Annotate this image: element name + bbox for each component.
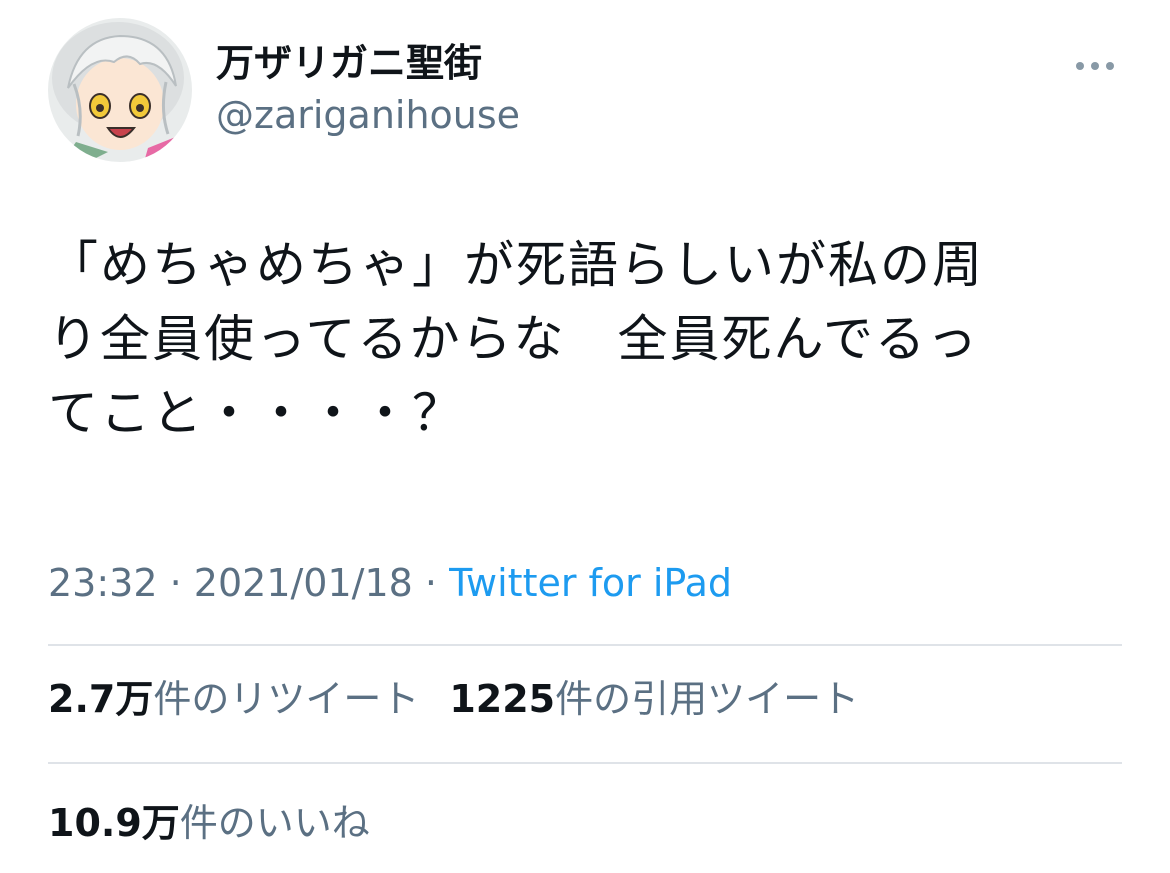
character-avatar-icon [48, 18, 192, 162]
retweet-count: 2.7万 [48, 677, 154, 721]
quote-count: 1225 [449, 677, 556, 721]
tweet-source-link[interactable]: Twitter for iPad [449, 561, 732, 605]
tweet-time: 23:32 [48, 561, 158, 605]
more-options-icon[interactable] [1072, 56, 1118, 76]
tweet-text: 「めちゃめちゃ」が死語らしいが私の周 り全員使ってるからな 全員死んでるっ てこ… [48, 236, 984, 442]
likes-stat[interactable]: 10.9万件のいいね [48, 801, 370, 845]
retweet-label: 件のリツイート [153, 677, 420, 721]
display-name[interactable]: 万ザリガニ聖街 [216, 40, 482, 86]
like-count: 10.9万 [48, 801, 180, 845]
quote-label: 件の引用ツイート [555, 677, 860, 721]
like-label: 件のいいね [179, 801, 370, 845]
divider [48, 644, 1122, 646]
quote-tweets-stat[interactable]: 1225件の引用ツイート [449, 677, 859, 721]
avatar[interactable] [48, 18, 192, 162]
retweets-stat[interactable]: 2.7万件のリツイート [48, 677, 419, 721]
meta-separator: · [169, 561, 182, 605]
divider [48, 762, 1122, 764]
tweet-date: 2021/01/18 [193, 561, 413, 605]
likes-stats-row: 10.9万件のいいね [48, 800, 370, 846]
meta-separator: · [424, 561, 438, 605]
tweet-meta: 23:32 · 2021/01/18 · Twitter for iPad [48, 560, 732, 606]
engagement-stats-row: 2.7万件のリツイート 1225件の引用ツイート [48, 676, 859, 722]
user-handle[interactable]: @zariganihouse [216, 92, 520, 138]
